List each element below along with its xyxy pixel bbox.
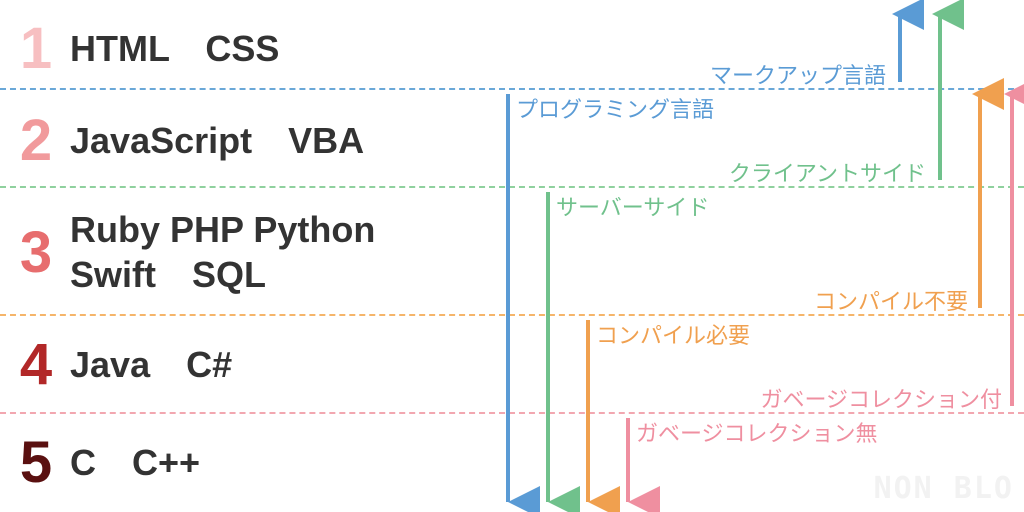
label-gc-no: ガベージコレクション無 (636, 416, 878, 448)
label-compile-need: コンパイル必要 (596, 318, 750, 350)
label-server-side: サーバーサイド (556, 190, 709, 222)
label-programming: プログラミング言語 (516, 92, 714, 124)
label-gc-yes: ガベージコレクション付 (760, 382, 1002, 414)
diagram-canvas: 1 HTML CSS 2 JavaScript VBA 3 Ruby PHP P… (0, 0, 1024, 512)
label-compile-not: コンパイル不要 (814, 284, 968, 316)
label-client-side: クライアントサイド (729, 156, 926, 188)
label-markup: マークアップ言語 (710, 58, 886, 90)
watermark: NON BLO (874, 471, 1014, 506)
